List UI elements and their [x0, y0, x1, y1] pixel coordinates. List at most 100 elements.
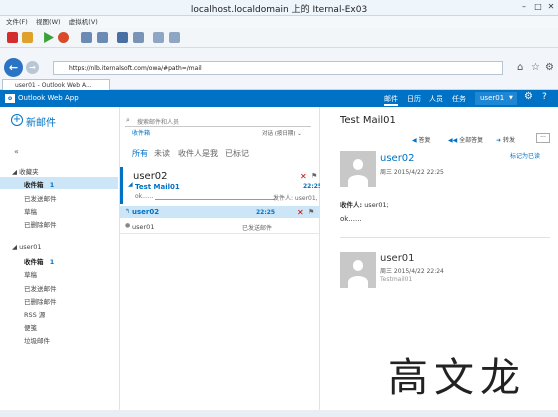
- start-icon[interactable]: [44, 32, 54, 43]
- bullet-icon: ●: [125, 222, 131, 229]
- vm-toolbar: [0, 28, 558, 48]
- owa-navbar: o Outlook Web App 邮件 日历 人员 任务 user01 ▼ ⚙…: [0, 90, 558, 107]
- vm-menubar: 文件(F) 视图(W) 虚拟机(V): [0, 16, 558, 28]
- filter-flagged[interactable]: 已标记: [225, 148, 249, 159]
- ctrl-alt-del-icon[interactable]: [117, 32, 128, 43]
- fav-inbox[interactable]: 收件箱 1: [24, 179, 54, 189]
- menu-vm[interactable]: 虚拟机(V): [69, 16, 98, 28]
- message-sender[interactable]: user02: [380, 153, 415, 164]
- maximize-icon[interactable]: □: [533, 2, 543, 12]
- chevron-down-icon: ▼: [509, 95, 513, 101]
- tab-label: user01 - Outlook Web A...: [15, 82, 92, 89]
- list-divider: [120, 233, 319, 234]
- reply-all-button[interactable]: ◀◀ 全部答复: [448, 135, 483, 144]
- forward-button[interactable]: ➜ 转发: [496, 135, 515, 144]
- more-actions-button[interactable]: ···: [536, 133, 550, 143]
- folder-drafts[interactable]: 草稿: [24, 269, 37, 279]
- recipients: 收件人: user01;: [340, 201, 389, 209]
- message-sender[interactable]: user01: [380, 253, 415, 264]
- folder-sent[interactable]: 已发送邮件: [24, 283, 57, 293]
- preview-divider: [155, 199, 275, 200]
- flag-icon[interactable]: ⚑: [308, 208, 314, 216]
- browser-tab[interactable]: user01 - Outlook Web A...: [2, 79, 110, 90]
- filter-unread[interactable]: 未读: [154, 148, 170, 159]
- message-sender: user02: [132, 208, 160, 216]
- mark-read-link[interactable]: 标记为已读: [510, 151, 540, 160]
- collapse-pane-icon[interactable]: «: [14, 147, 19, 156]
- home-icon[interactable]: ⌂: [517, 62, 523, 73]
- fullscreen-icon[interactable]: [133, 32, 144, 43]
- folder-junk[interactable]: 垃圾邮件: [24, 335, 50, 345]
- settings-icon[interactable]: [169, 32, 180, 43]
- outlook-logo-icon: o: [5, 94, 15, 103]
- reset-icon[interactable]: [58, 32, 69, 43]
- folder-deleted[interactable]: 已删除邮件: [24, 296, 57, 306]
- nav-tasks[interactable]: 任务: [452, 94, 466, 104]
- folder-notes[interactable]: 便笺: [24, 322, 37, 332]
- back-icon[interactable]: ←: [4, 58, 23, 77]
- nav-mail[interactable]: 邮件: [384, 94, 398, 106]
- nav-people[interactable]: 人员: [429, 94, 443, 104]
- gear-icon[interactable]: ⚙: [524, 91, 533, 102]
- reply-arrow-icon: ↰: [125, 208, 131, 215]
- tools-icon[interactable]: ⚙: [545, 62, 554, 73]
- new-mail-icon[interactable]: +: [11, 114, 23, 126]
- fav-deleted[interactable]: 已删除邮件: [24, 219, 57, 229]
- new-mail-button[interactable]: 新邮件: [26, 114, 56, 129]
- window-title: localhost.localdomain 上的 Iternal-Ex03: [190, 5, 368, 15]
- favorites-icon[interactable]: ☆: [531, 62, 540, 73]
- search-input[interactable]: 搜索邮件和人员: [137, 117, 179, 126]
- folder-rss[interactable]: RSS 源: [24, 309, 45, 319]
- message-date: 周三 2015/4/22 22:24: [380, 268, 444, 275]
- message-folder: 已发送邮件: [242, 225, 273, 232]
- reply-button[interactable]: ◀ 答复: [412, 135, 431, 144]
- fav-drafts[interactable]: 草稿: [24, 206, 37, 216]
- search-box[interactable]: ⌕ 搜索邮件和人员: [125, 115, 311, 127]
- help-icon[interactable]: ?: [542, 92, 547, 102]
- forward-icon[interactable]: →: [26, 61, 39, 74]
- minimize-icon[interactable]: –: [519, 2, 529, 12]
- folder-inbox[interactable]: 收件箱 1: [24, 256, 54, 266]
- account-header[interactable]: ◢ user01: [12, 243, 42, 251]
- watermark-text: 高文龙: [388, 355, 526, 401]
- message-preview: Testmail01: [380, 276, 413, 283]
- current-folder-label: 收件箱: [132, 130, 151, 137]
- message-preview-right: 发件人: user01,: [273, 195, 318, 202]
- conversation-subitem-selected[interactable]: ↰ user02 22:25 ✕ ⚑: [120, 206, 319, 218]
- filter-to-me[interactable]: 收件人是我: [178, 148, 218, 159]
- flag-icon[interactable]: ⚑: [311, 172, 317, 180]
- message-date: 周三 2015/4/22 22:25: [380, 169, 444, 176]
- delete-icon[interactable]: ✕: [300, 172, 307, 181]
- close-icon[interactable]: ✕: [546, 2, 556, 12]
- forward-icon: ➜: [496, 137, 503, 144]
- search-icon: ⌕: [126, 116, 130, 124]
- delete-icon[interactable]: ✕: [297, 208, 304, 217]
- reply-all-icon: ◀◀: [448, 137, 460, 144]
- nav-calendar[interactable]: 日历: [407, 94, 421, 104]
- filter-all[interactable]: 所有: [132, 148, 148, 159]
- message-list-pane: ⌕ 搜索邮件和人员 收件箱 对话 (按日期) ⌄ 所有 未读 收件人是我 已标记…: [119, 107, 322, 410]
- chevron-down-icon: ⌄: [297, 131, 302, 137]
- pause-icon[interactable]: [22, 32, 33, 43]
- avatar: [340, 252, 376, 288]
- expand-icon[interactable]: ◢: [128, 181, 133, 188]
- conversation-item[interactable]: user02 ✕ ⚑ ◢ Test Mail01 22:25 ok...... …: [120, 167, 322, 204]
- window-titlebar: localhost.localdomain 上的 Iternal-Ex03 – …: [0, 0, 558, 16]
- menu-file[interactable]: 文件(F): [6, 16, 28, 28]
- stop-icon[interactable]: [7, 32, 18, 43]
- message-time: 22:25: [256, 209, 276, 216]
- share-icon[interactable]: [153, 32, 164, 43]
- favorites-header[interactable]: ◢ 收藏夹: [12, 166, 39, 176]
- address-bar[interactable]: https://nlb.iternalsoft.com/owa/#path=/m…: [53, 61, 503, 75]
- address-text: https://nlb.iternalsoft.com/owa/#path=/m…: [69, 65, 202, 72]
- menu-view[interactable]: 视图(W): [36, 16, 61, 28]
- conversation-subitem[interactable]: ● user01 已发送邮件: [120, 220, 319, 232]
- message-subject: Test Mail01: [135, 183, 180, 191]
- message-preview: ok......: [135, 193, 154, 200]
- fav-sent[interactable]: 已发送邮件: [24, 193, 57, 203]
- sort-dropdown[interactable]: 对话 (按日期) ⌄: [262, 129, 302, 137]
- revert-icon[interactable]: [97, 32, 108, 43]
- user-menu[interactable]: user01 ▼: [475, 92, 517, 105]
- app-title: Outlook Web App: [18, 94, 79, 102]
- snapshot-icon[interactable]: [81, 32, 92, 43]
